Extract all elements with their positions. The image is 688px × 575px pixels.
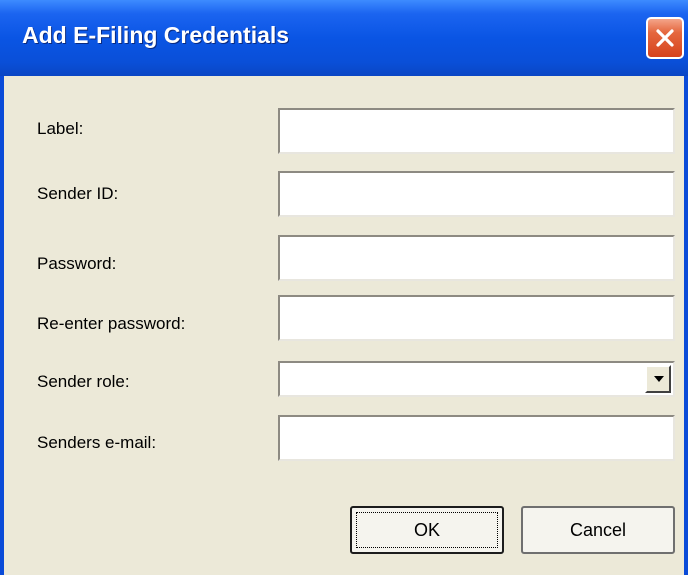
reenter-password-input[interactable] <box>278 295 675 341</box>
senders-email-label: Senders e-mail: <box>37 433 157 452</box>
sender-role-dropdown-button[interactable] <box>645 365 671 393</box>
password-label: Password: <box>37 254 117 273</box>
senders-email-input[interactable] <box>278 415 675 461</box>
sender-id-input[interactable] <box>278 171 675 217</box>
cancel-button[interactable]: Cancel <box>521 506 675 554</box>
focus-rectangle <box>356 512 498 548</box>
ok-button[interactable]: OK <box>350 506 504 554</box>
reenter-password-label: Re-enter password: <box>37 314 186 333</box>
cancel-button-label: Cancel <box>569 520 627 540</box>
title-bar[interactable]: Add E-Filing Credentials <box>0 0 688 76</box>
close-icon <box>656 29 674 47</box>
label-field-label: Label: <box>37 119 84 138</box>
sender-role-label: Sender role: <box>37 372 130 391</box>
dialog-window: Add E-Filing Credentials Label: Sender I… <box>0 0 688 575</box>
sender-id-label: Sender ID: <box>37 184 119 203</box>
chevron-down-icon <box>654 376 664 382</box>
dialog-title: Add E-Filing Credentials <box>22 22 290 48</box>
close-button[interactable] <box>646 17 684 59</box>
sender-role-select[interactable] <box>278 361 675 397</box>
label-input[interactable] <box>278 108 675 154</box>
password-input[interactable] <box>278 235 675 281</box>
